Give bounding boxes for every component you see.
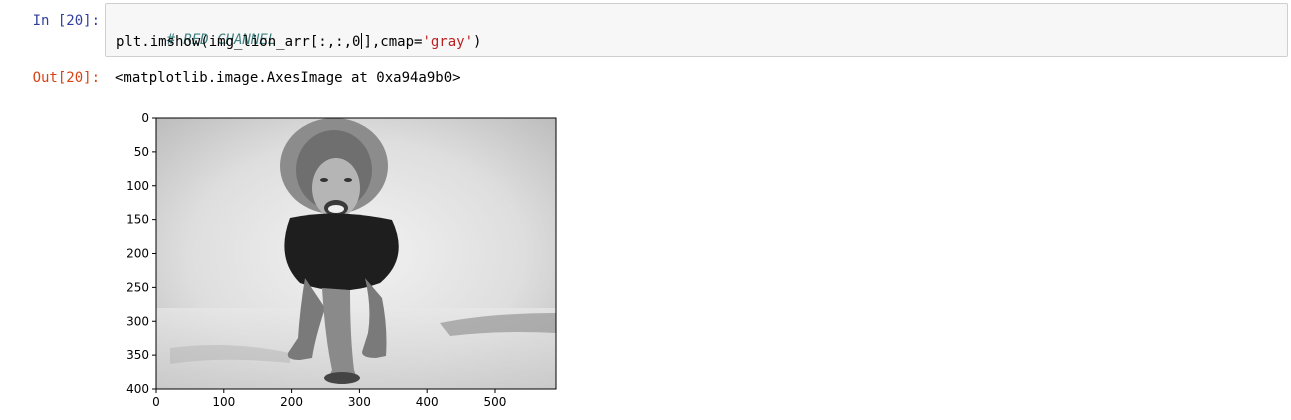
- x-tick-label: 300: [348, 395, 371, 409]
- x-axis: 0 100 200 300 400 500: [152, 389, 506, 409]
- y-tick-label: 100: [126, 179, 149, 193]
- y-tick-label: 50: [134, 145, 149, 159]
- output-text: <matplotlib.image.AxesImage at 0xa94a9b0…: [115, 70, 461, 86]
- notebook-cell: In [20]: # RED CHANNEL plt.imshow(img_li…: [0, 0, 1291, 420]
- x-tick-label: 100: [212, 395, 235, 409]
- y-axis: 0 50 100 150 200 250 300 350 400: [126, 111, 156, 396]
- code-string: 'gray': [422, 34, 474, 50]
- code-line-call: plt.imshow(img_lion_arr[:,:,0],cmap='gra…: [116, 33, 481, 51]
- lion-image: [156, 118, 556, 389]
- x-tick-label: 500: [484, 395, 507, 409]
- code-end: ): [473, 34, 482, 50]
- y-tick-label: 350: [126, 348, 149, 362]
- code-prefix: plt.imshow(img_lion_arr[:,:,0: [116, 34, 361, 50]
- out-prompt: Out[20]:: [32, 70, 100, 86]
- y-tick-label: 400: [126, 382, 149, 396]
- y-tick-label: 200: [126, 247, 149, 261]
- x-tick-label: 400: [416, 395, 439, 409]
- x-tick-label: 200: [280, 395, 303, 409]
- y-tick-label: 300: [126, 314, 149, 328]
- image-plot: 0 50 100 150 200 250 300 350 400 0 100 200 300 400 50…: [126, 111, 557, 409]
- y-tick-label: 150: [126, 213, 149, 227]
- code-suffix: ],cmap=: [363, 34, 423, 50]
- code-input-area[interactable]: # RED CHANNEL plt.imshow(img_lion_arr[:,…: [105, 3, 1288, 57]
- y-tick-label: 250: [126, 280, 149, 294]
- in-prompt: In [20]:: [32, 13, 100, 29]
- y-tick-label: 0: [141, 111, 149, 125]
- x-tick-label: 0: [152, 395, 160, 409]
